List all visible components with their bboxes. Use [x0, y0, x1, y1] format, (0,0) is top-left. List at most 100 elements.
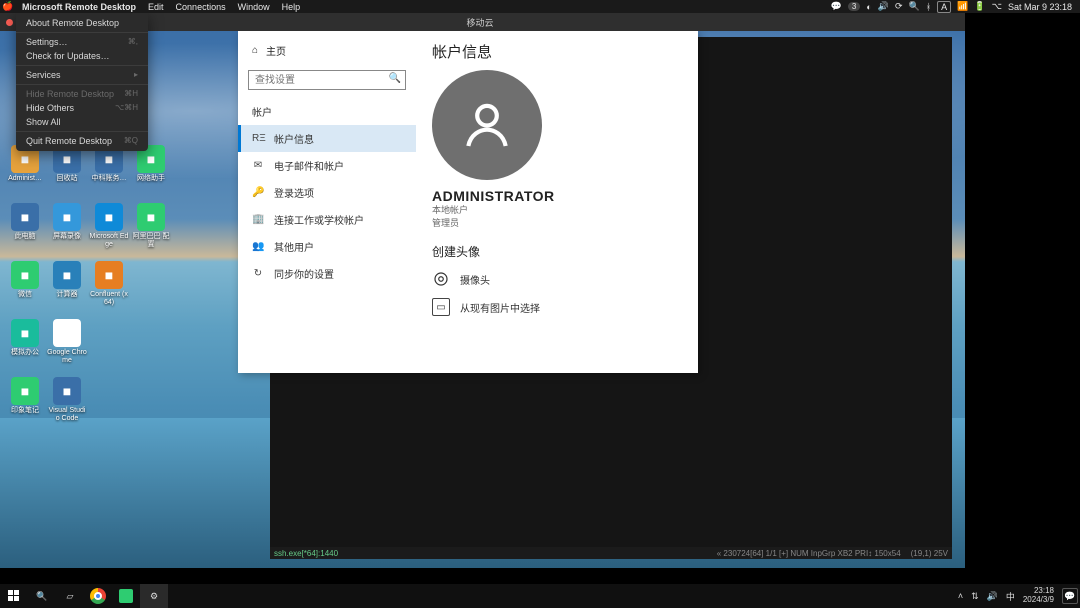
taskbar-settings[interactable]: ⚙ [140, 584, 168, 608]
app-icon: ■ [53, 203, 81, 231]
settings-nav-item[interactable]: ↻同步你的设置 [238, 260, 416, 287]
dropdown-item[interactable]: Show All [16, 115, 148, 129]
search-button[interactable]: 🔍 [28, 584, 56, 608]
control-center-icon[interactable]: ⌥ [992, 1, 1002, 12]
settings-home-button[interactable]: ⌂ 主页 [238, 39, 416, 62]
nav-item-label: 帐户信息 [274, 131, 314, 146]
tray-volume-icon[interactable]: 🔊 [987, 591, 998, 602]
volume-icon[interactable]: 🔊 [878, 1, 889, 12]
windows-settings-window: ⌂ 主页 🔍 帐户 RΞ帐户信息✉电子邮件和帐户🔑登录选项🏢连接工作或学校帐户👥… [238, 31, 698, 373]
home-label: 主页 [266, 43, 286, 58]
desktop-icon[interactable]: ■阿里巴巴 配置 [130, 203, 172, 259]
windows-logo-icon [8, 590, 20, 602]
app-icon: ■ [95, 261, 123, 289]
app-menu[interactable]: Microsoft Remote Desktop [16, 2, 142, 12]
dropdown-item[interactable]: About Remote Desktop [16, 16, 148, 30]
nav-item-label: 连接工作或学校帐户 [274, 212, 364, 227]
desktop-icon-label: 回收站 [57, 175, 78, 183]
app-icon: ■ [11, 203, 39, 231]
dropdown-item[interactable]: Hide Others⌥⌘H [16, 101, 148, 115]
desktop-icon[interactable]: ■网络助手 [130, 145, 172, 201]
nav-item-label: 其他用户 [274, 239, 314, 254]
page-title: 帐户信息 [432, 41, 682, 62]
apple-menu-icon[interactable]: 🍎 [0, 1, 16, 12]
status-extra-icon[interactable]: ◐ [866, 2, 871, 12]
desktop-icon-label: Microsoft Edge [89, 233, 129, 248]
nav-item-icon: 🏢 [252, 214, 264, 225]
desktop-icon[interactable]: ■Administ… [4, 145, 46, 201]
desktop-icon[interactable]: ■Google Chrome [46, 319, 88, 375]
option-browse[interactable]: ▭ 从现有图片中选择 [432, 298, 682, 316]
desktop-icon[interactable]: ■ 此电脑 [4, 203, 46, 259]
desktop-icon[interactable]: ■Visual Studio Code [46, 377, 88, 433]
desktop-icon-label: 此电脑 [15, 233, 36, 241]
terminal-statusbar: ssh.exe[*64]:1440 « 230724[64] 1/1 [+] N… [270, 547, 952, 559]
desktop-icons-grid: ■Administ…■回收站■中科账务…■网络助手■此电脑■屏幕录像■Micro… [4, 145, 172, 433]
desktop-icon[interactable]: ■Confluent (x64) [88, 261, 130, 317]
mac-clock[interactable]: Sat Mar 9 23:18 [1008, 2, 1072, 12]
dropdown-item[interactable]: Quit Remote Desktop⌘Q [16, 134, 148, 148]
task-view-icon: ▱ [67, 591, 74, 602]
dropdown-item[interactable]: Settings…⌘, [16, 35, 148, 49]
desktop-icon-label: 微信 [18, 291, 32, 299]
create-avatar-heading: 创建头像 [432, 243, 682, 260]
bluetooth-icon[interactable]: ᚼ [926, 2, 931, 12]
taskbar-chrome[interactable] [84, 584, 112, 608]
spotlight-icon[interactable]: 🔍 [909, 1, 920, 12]
wechat-status-icon[interactable]: 💬 [831, 1, 842, 12]
sync-icon[interactable]: ⟳ [895, 1, 903, 12]
tray-chevron-up-icon[interactable]: ˄ [958, 591, 963, 601]
settings-search-input[interactable] [248, 70, 406, 90]
menu-help[interactable]: Help [276, 2, 307, 12]
taskbar-app-green[interactable] [112, 584, 140, 608]
desktop-icon[interactable]: ■印象笔记 [4, 377, 46, 433]
app-icon [119, 589, 133, 603]
task-view-button[interactable]: ▱ [56, 584, 84, 608]
desktop-icon[interactable]: ■回收站 [46, 145, 88, 201]
dropdown-item[interactable]: Check for Updates… [16, 49, 148, 63]
option-camera[interactable]: 摄像头 [432, 270, 682, 288]
input-method-indicator[interactable]: A [937, 1, 951, 13]
settings-section-label: 帐户 [238, 98, 416, 125]
wechat-badge: 3 [848, 2, 860, 11]
tray-ime-icon[interactable]: 中 [1006, 590, 1015, 603]
desktop-icon[interactable]: ■计算器 [46, 261, 88, 317]
desktop-icon[interactable]: ■ 屏幕录像 [46, 203, 88, 259]
desktop-icon-label: Administ… [8, 175, 42, 183]
user-avatar [432, 70, 542, 180]
menu-edit[interactable]: Edit [142, 2, 170, 12]
desktop-icon[interactable]: ■Microsoft Edge [88, 203, 130, 259]
start-button[interactable] [0, 584, 28, 608]
battery-icon[interactable]: 🔋 [974, 1, 985, 12]
taskbar-clock[interactable]: 23:18 2024/3/9 [1023, 587, 1054, 605]
dropdown-item[interactable]: Services▸ [16, 68, 148, 82]
nav-item-label: 同步你的设置 [274, 266, 334, 281]
menu-window[interactable]: Window [232, 2, 276, 12]
desktop-icon-label: Google Chrome [47, 349, 87, 364]
desktop-icon-label: 中科账务… [92, 175, 127, 183]
settings-nav-item[interactable]: 🏢 连接工作或学校帐户 [238, 206, 416, 233]
option-browse-label: 从现有图片中选择 [460, 300, 540, 315]
app-icon: ■ [11, 261, 39, 289]
app-icon: ■ [11, 377, 39, 405]
desktop-icon-label: 屏幕录像 [53, 233, 81, 241]
app-menu-dropdown: About Remote Desktop Settings…⌘,Check for… [16, 13, 148, 151]
settings-nav-item[interactable]: RΞ帐户信息 [238, 125, 416, 152]
action-center-icon[interactable]: 💬 [1062, 588, 1078, 604]
settings-nav-item[interactable]: 👥其他用户 [238, 233, 416, 260]
settings-nav-item[interactable]: ✉电子邮件和帐户 [238, 152, 416, 179]
desktop-icon-label: 计算器 [57, 291, 78, 299]
settings-nav-item[interactable]: 🔑登录选项 [238, 179, 416, 206]
dropdown-item: Hide Remote Desktop⌘H [16, 87, 148, 101]
wifi-icon[interactable]: 📶 [957, 1, 968, 12]
desktop-icon[interactable]: ■ 微信 [4, 261, 46, 317]
close-window-icon[interactable] [6, 19, 13, 26]
tray-network-icon[interactable]: ⇅ [971, 591, 979, 602]
browse-image-icon: ▭ [432, 298, 450, 316]
menu-connections[interactable]: Connections [170, 2, 232, 12]
chrome-icon [90, 588, 106, 604]
desktop-icon[interactable]: ■中科账务… [88, 145, 130, 201]
account-type: 本地帐户 [432, 204, 682, 217]
desktop-icon[interactable]: ■模拟办公 [4, 319, 46, 375]
terminal-status-info: « 230724[64] 1/1 [+] NUM InpGrp XB2 PRI↕… [717, 549, 901, 558]
